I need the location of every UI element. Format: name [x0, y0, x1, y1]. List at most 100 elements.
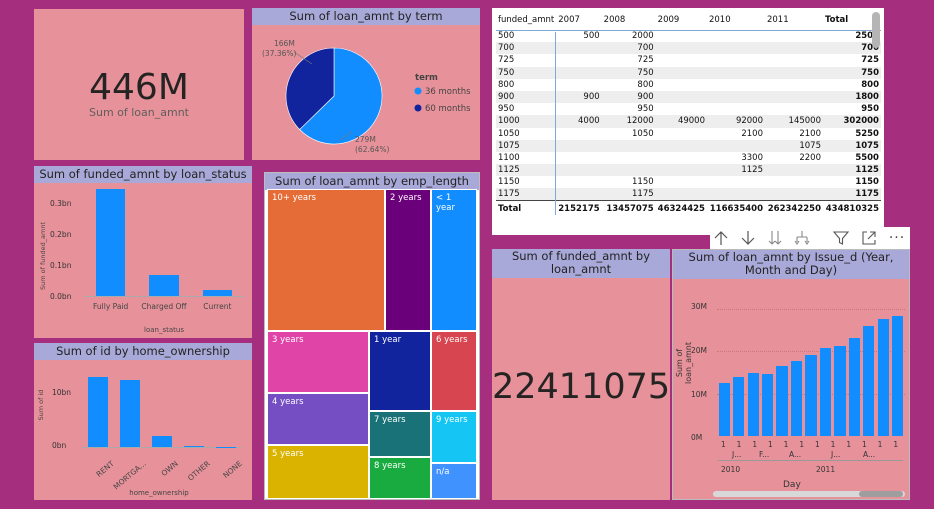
- matrix-header-cell[interactable]: 2007: [556, 11, 602, 31]
- bar[interactable]: [877, 318, 889, 436]
- bar[interactable]: [848, 338, 860, 436]
- legend-item[interactable]: 60 months: [425, 104, 471, 114]
- focus-mode-icon[interactable]: [860, 229, 878, 247]
- bar[interactable]: [96, 189, 126, 296]
- bar[interactable]: [776, 365, 788, 436]
- term-pie-chart[interactable]: Sum of loan_amnt by term 166M (37.36%) 2…: [252, 8, 480, 160]
- bar[interactable]: [761, 373, 774, 436]
- matrix-cell: 1075: [855, 140, 879, 151]
- treemap-tile[interactable]: < 1 year: [431, 189, 477, 331]
- treemap-tile[interactable]: n/a: [431, 463, 477, 499]
- bar[interactable]: [149, 274, 179, 296]
- matrix-row[interactable]: 900 900 900 1800: [496, 90, 881, 104]
- matrix-scrollbar[interactable]: [872, 12, 880, 48]
- loan-status-chart[interactable]: Sum of funded_amnt by loan_status Sum of…: [34, 166, 252, 338]
- matrix-row[interactable]: 500 500 2000 2500: [496, 30, 881, 43]
- treemap-tile[interactable]: 7 years: [369, 411, 431, 457]
- matrix-row[interactable]: 1125 1125 1125: [496, 164, 881, 177]
- treemap-tile[interactable]: 10+ years: [267, 189, 385, 331]
- bar[interactable]: [120, 379, 140, 447]
- matrix-cell: [707, 67, 765, 79]
- y-tick: 0.1bn: [50, 261, 72, 270]
- matrix-cell: 3300: [741, 152, 763, 163]
- matrix-row[interactable]: 1075 1075 1075: [496, 139, 881, 152]
- double-arrow-down-icon[interactable]: [766, 229, 784, 247]
- matrix-cell: 1800: [855, 92, 879, 103]
- bar[interactable]: [834, 345, 846, 436]
- matrix-cell: 500: [583, 31, 600, 42]
- bar[interactable]: [863, 326, 875, 436]
- matrix-header-cell[interactable]: 2010: [706, 11, 765, 31]
- bar[interactable]: [733, 377, 745, 436]
- treemap-tile[interactable]: 4 years: [267, 393, 369, 445]
- matrix-cell: 1125: [855, 165, 879, 176]
- matrix-cell: [765, 176, 823, 188]
- matrix-row[interactable]: 725 725 725: [496, 54, 881, 67]
- arrow-down-icon[interactable]: [739, 229, 757, 247]
- loan-matrix[interactable]: funded_amnt 2007 2008 2009 2010 2011 Total 500…: [492, 8, 884, 235]
- matrix-header-cell[interactable]: 2011: [764, 11, 823, 31]
- matrix-cell: 5500: [855, 152, 879, 163]
- matrix-cell: 800: [637, 79, 654, 90]
- matrix-cell: [556, 128, 601, 140]
- matrix-row[interactable]: 1150 1150 1150: [496, 176, 881, 189]
- legend-item[interactable]: 36 months: [425, 87, 471, 97]
- matrix-cell: 1050: [498, 128, 520, 139]
- treemap-tile[interactable]: 9 years: [431, 411, 477, 463]
- matrix-row[interactable]: 950 950 950: [496, 103, 881, 116]
- home-ownership-chart[interactable]: Sum of id by home_ownership Sum of id 10…: [34, 343, 252, 500]
- matrix-row[interactable]: 750 750 750: [496, 66, 881, 79]
- matrix-cell: 750: [498, 67, 515, 78]
- matrix-row[interactable]: 1050 1050 2100 2100 5250: [496, 127, 881, 140]
- bar[interactable]: [718, 382, 730, 436]
- matrix-row[interactable]: 800 800 800: [496, 78, 881, 91]
- matrix-cell: 950: [498, 104, 515, 115]
- treemap-tile[interactable]: 2 years: [385, 189, 431, 331]
- treemap-tile[interactable]: 8 years: [369, 457, 431, 499]
- arrow-up-icon[interactable]: [712, 229, 730, 247]
- treemap-tile[interactable]: 6 years: [431, 331, 477, 411]
- matrix-cell: 1150: [498, 177, 520, 188]
- horizontal-scrollbar[interactable]: [713, 491, 905, 497]
- matrix-cell: [656, 91, 707, 103]
- matrix-cell: [707, 176, 765, 188]
- total-loan-card[interactable]: 446M Sum of loan_amnt: [34, 9, 244, 160]
- matrix-row[interactable]: 1100 3300 2200 5500: [496, 151, 881, 165]
- matrix-header-cell[interactable]: 2009: [655, 11, 707, 31]
- scrollbar-thumb[interactable]: [859, 491, 903, 497]
- bar[interactable]: [892, 316, 904, 436]
- filter-icon[interactable]: [832, 229, 850, 247]
- x-axis-title: home_ownership: [129, 489, 189, 497]
- issue-date-chart[interactable]: Sum of loan_amnt by Issue_d (Year, Month…: [672, 249, 910, 500]
- more-options-icon[interactable]: ...: [886, 226, 908, 244]
- matrix-header-cell[interactable]: 2008: [601, 11, 656, 31]
- funded-amount-card[interactable]: Sum of funded_amnt by loan_amnt 22411075: [492, 249, 670, 500]
- emp-length-treemap[interactable]: Sum of loan_amnt by emp_length 10+ years…: [264, 172, 480, 500]
- matrix-cell: 500: [498, 31, 515, 42]
- treemap-tile[interactable]: 3 years: [267, 331, 369, 393]
- slice-pct: (37.36%): [262, 49, 297, 58]
- expand-hierarchy-icon[interactable]: [793, 229, 811, 247]
- matrix-row[interactable]: 1175 1175 1175: [496, 188, 881, 201]
- day-labels: 1 1 1 1 1 1 1 1 1 1 1 1: [717, 440, 905, 450]
- bar[interactable]: [184, 446, 204, 447]
- matrix-cell: 1150: [855, 177, 879, 188]
- bar[interactable]: [152, 436, 172, 447]
- bar[interactable]: [747, 373, 759, 436]
- bar[interactable]: [805, 355, 817, 436]
- bar[interactable]: [819, 348, 832, 436]
- slice-label: 166M: [274, 39, 295, 48]
- bar[interactable]: [790, 361, 803, 436]
- year-label: 2010: [721, 465, 741, 474]
- matrix-cell: [765, 103, 823, 115]
- matrix-row[interactable]: 700 700 700: [496, 42, 881, 55]
- bar[interactable]: [202, 289, 232, 296]
- day-tick: 1: [736, 440, 742, 449]
- bar[interactable]: [88, 377, 108, 447]
- treemap-tile[interactable]: 1 year: [369, 331, 431, 411]
- matrix-header-cell[interactable]: funded_amnt: [496, 11, 557, 31]
- matrix-row[interactable]: 1000 4000 12000 49000 92000 145000 302000: [496, 115, 881, 128]
- treemap-tile[interactable]: 5 years: [267, 445, 369, 499]
- matrix-cell: 1125: [741, 165, 763, 176]
- matrix-cell: 2100: [799, 128, 821, 139]
